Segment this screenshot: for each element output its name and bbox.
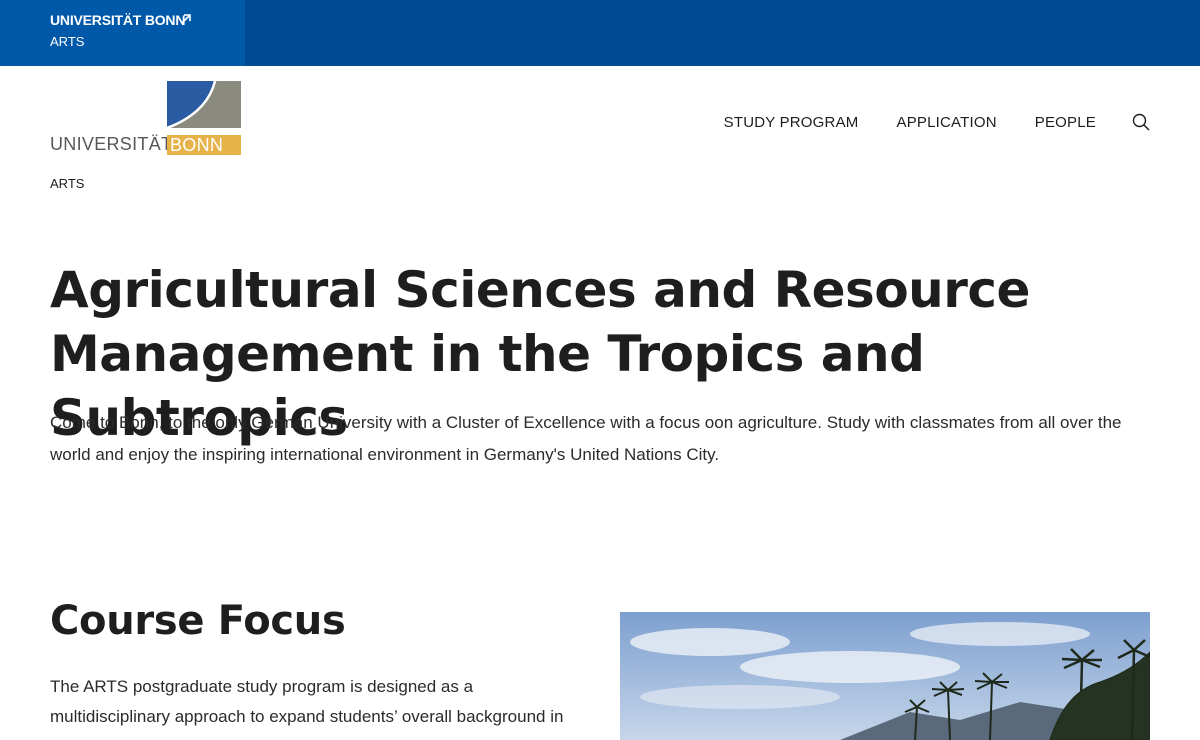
university-link[interactable]: UNIVERSITÄT BONN ARTS [0, 0, 245, 66]
nav-people[interactable]: PEOPLE [1035, 114, 1096, 131]
external-link-icon[interactable] [179, 12, 193, 26]
nav-application[interactable]: APPLICATION [896, 114, 996, 131]
logo-text: UNIVERSITÄT [50, 134, 173, 154]
university-logo[interactable]: UNIVERSITÄT BONN [50, 81, 242, 156]
university-title[interactable]: UNIVERSITÄT BONN [50, 12, 185, 28]
logo-graphic [167, 81, 241, 128]
hero-description: Come to Bonn, to the only German Univers… [50, 413, 1122, 464]
nav-study-program[interactable]: STUDY PROGRAM [724, 114, 859, 131]
logo-bonn: BONN [167, 135, 241, 155]
search-icon[interactable] [1132, 113, 1150, 131]
landscape-illustration [620, 612, 1150, 740]
course-focus-text: The ARTS postgraduate study program is d… [50, 677, 564, 726]
site-subtitle[interactable]: ARTS [50, 176, 84, 191]
tropical-landscape-image [620, 612, 1150, 740]
site-short-name: ARTS [50, 34, 85, 49]
main-nav: STUDY PROGRAM APPLICATION PEOPLE [724, 113, 1150, 131]
course-focus-title: Course Focus [50, 598, 346, 644]
top-bar: UNIVERSITÄT BONN ARTS [0, 0, 1200, 66]
